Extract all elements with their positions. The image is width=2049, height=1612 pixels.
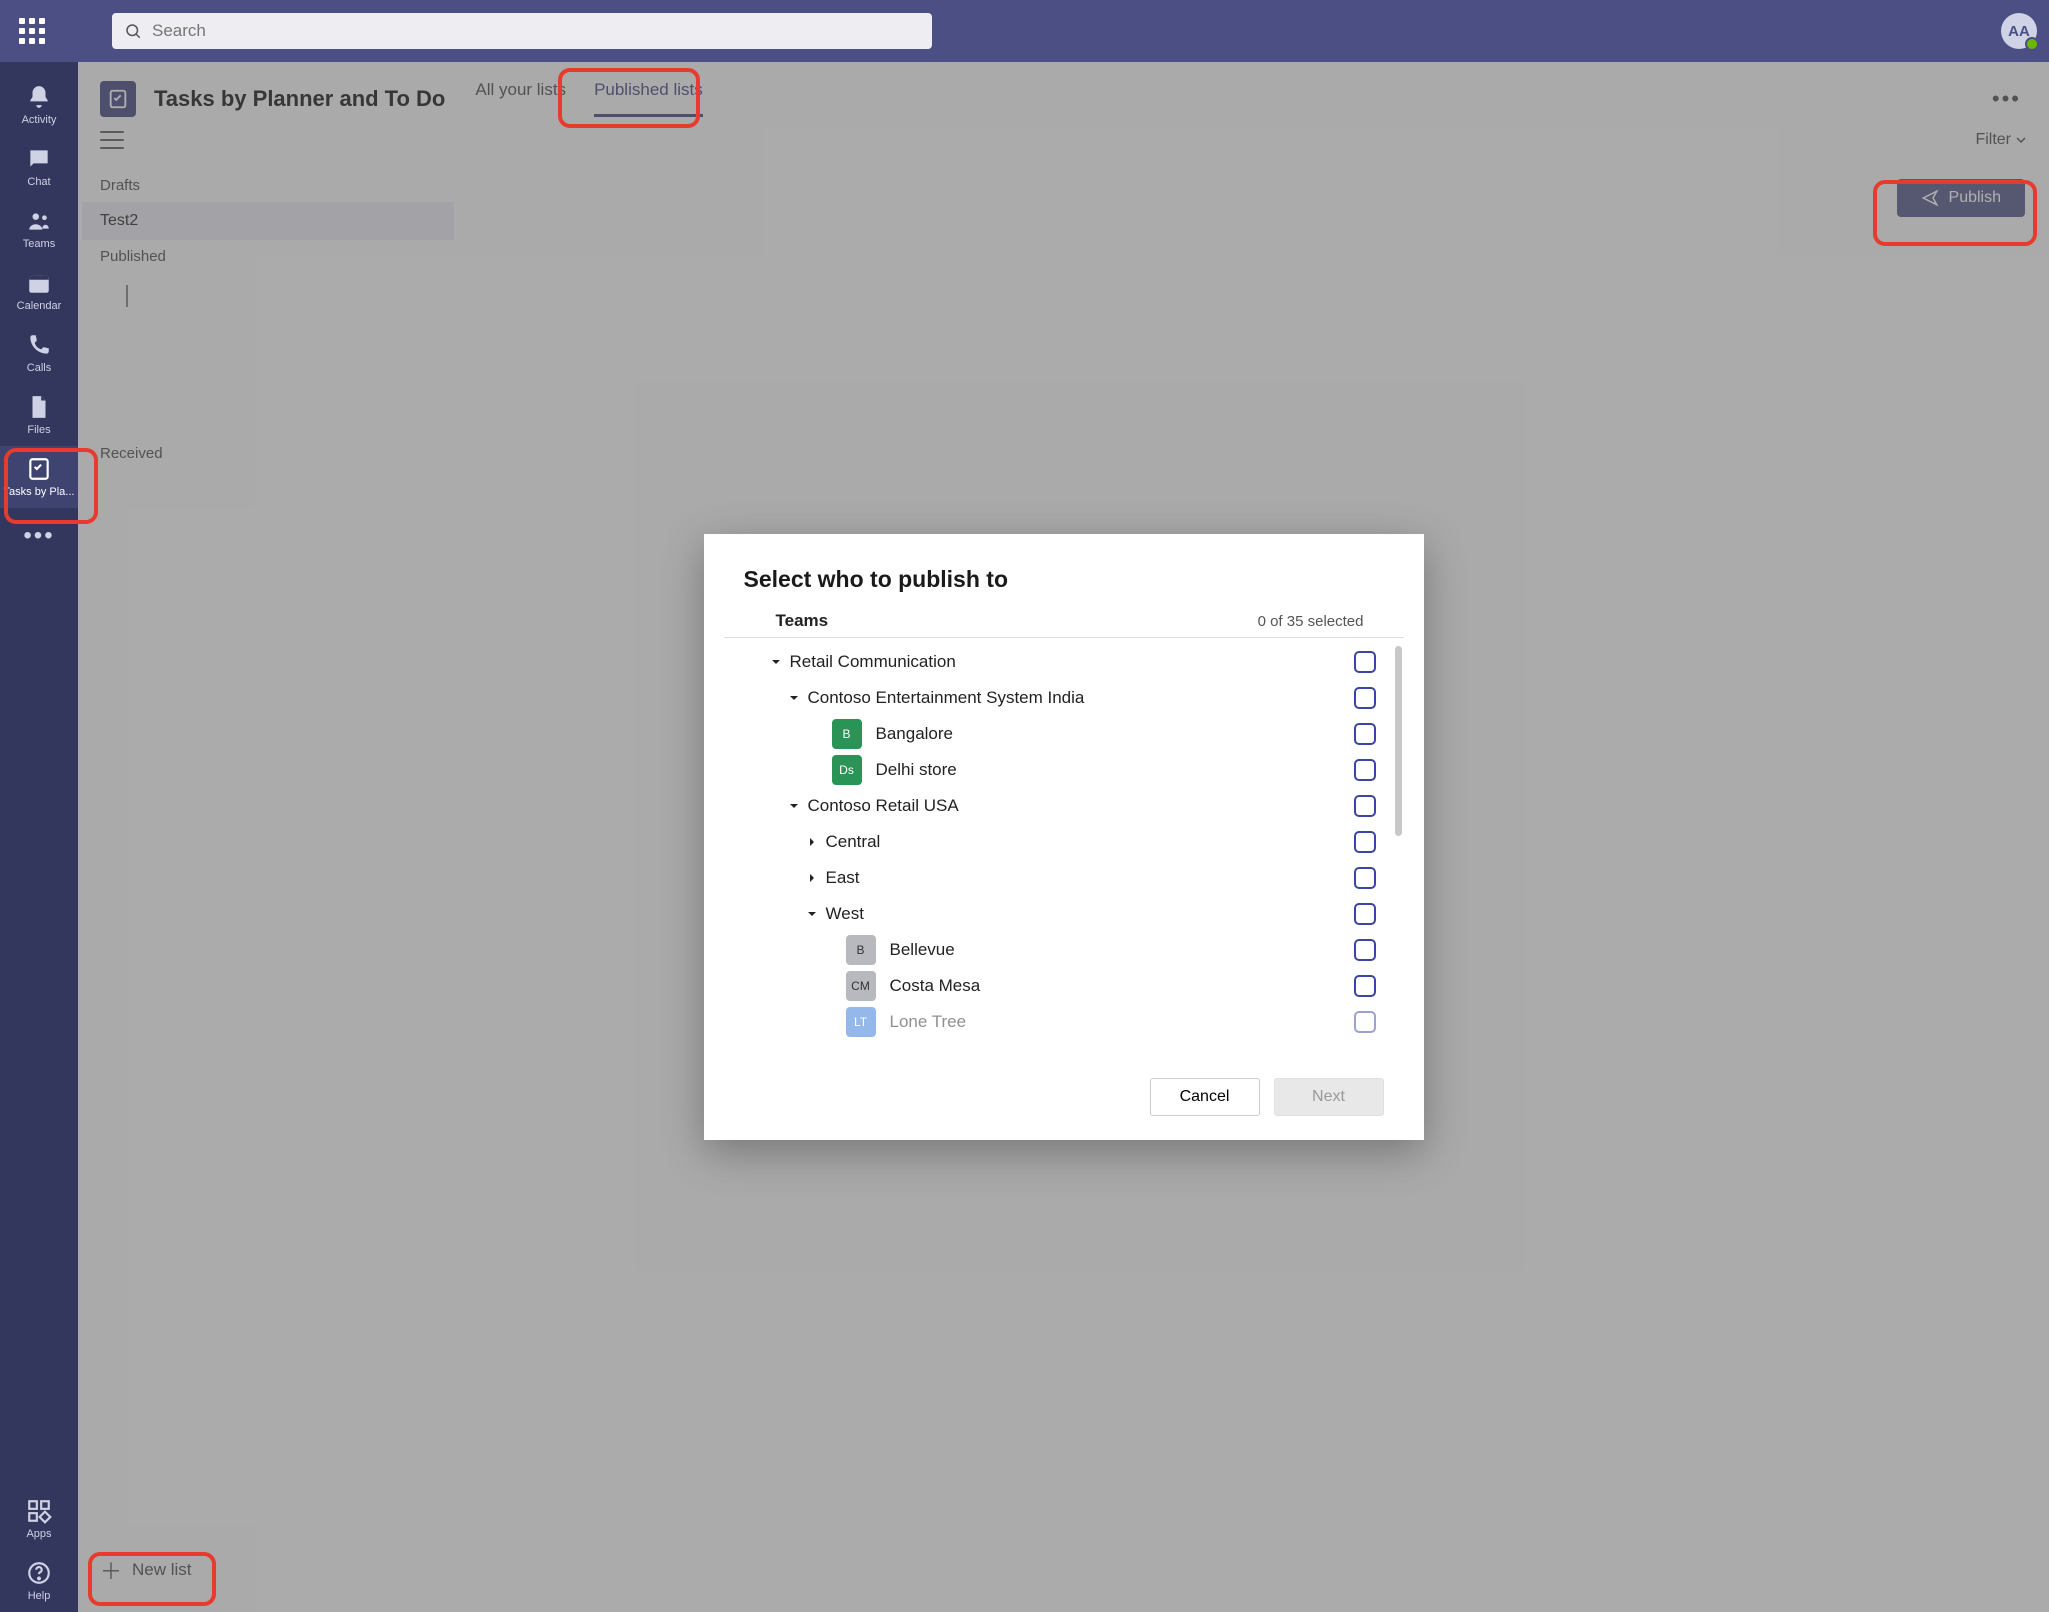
user-avatar[interactable]: AA <box>2001 13 2037 49</box>
search-icon <box>124 22 142 40</box>
dialog-title: Select who to publish to <box>704 566 1424 611</box>
tree-node-label: West <box>826 904 1354 924</box>
checkbox[interactable] <box>1354 759 1376 781</box>
team-badge: LT <box>846 1007 876 1037</box>
left-rail: Activity Chat Teams Calendar Calls Files <box>0 62 78 1612</box>
tree-leaf[interactable]: B Bangalore <box>768 716 1376 752</box>
team-badge: Ds <box>832 755 862 785</box>
publish-dialog: Select who to publish to Teams 0 of 35 s… <box>704 534 1424 1140</box>
tree-leaf[interactable]: Ds Delhi store <box>768 752 1376 788</box>
tree-node-label: East <box>826 868 1354 888</box>
tree-node[interactable]: Contoso Entertainment System India <box>768 680 1376 716</box>
team-badge: B <box>846 935 876 965</box>
rail-label: Teams <box>23 238 55 250</box>
rail-activity[interactable]: Activity <box>0 74 78 136</box>
tree-node[interactable]: East <box>768 860 1376 896</box>
checkbox[interactable] <box>1354 867 1376 889</box>
next-button[interactable]: Next <box>1274 1078 1384 1116</box>
collapse-icon[interactable] <box>768 657 784 667</box>
tree-node[interactable]: Central <box>768 824 1376 860</box>
top-bar: AA <box>0 0 2049 62</box>
app-launcher-icon[interactable] <box>12 11 52 51</box>
team-badge: CM <box>846 971 876 1001</box>
tree-leaf[interactable]: LT Lone Tree <box>768 1004 1376 1040</box>
rail-label: Chat <box>27 176 50 188</box>
cancel-button[interactable]: Cancel <box>1150 1078 1260 1116</box>
teams-tree: Retail Communication Contoso Entertainme… <box>724 638 1404 1040</box>
tree-node-label: Retail Communication <box>790 652 1354 672</box>
rail-calls[interactable]: Calls <box>0 322 78 384</box>
rail-label: Help <box>28 1590 51 1602</box>
checkbox[interactable] <box>1354 687 1376 709</box>
checkbox[interactable] <box>1354 795 1376 817</box>
help-icon <box>26 1560 52 1586</box>
expand-icon[interactable] <box>804 873 820 883</box>
tree-node[interactable]: Retail Communication <box>768 644 1376 680</box>
collapse-icon[interactable] <box>804 909 820 919</box>
tree-node-label: Contoso Retail USA <box>808 796 1354 816</box>
checkbox[interactable] <box>1354 651 1376 673</box>
rail-label: Activity <box>22 114 57 126</box>
checkbox[interactable] <box>1354 723 1376 745</box>
rail-label: Files <box>27 424 50 436</box>
search-box[interactable] <box>112 13 932 49</box>
tree-leaf[interactable]: CM Costa Mesa <box>768 968 1376 1004</box>
team-badge: B <box>832 719 862 749</box>
selected-count: 0 of 35 selected <box>1258 613 1364 630</box>
tree-leaf-label: Delhi store <box>876 760 957 780</box>
main-content: Tasks by Planner and To Do All your list… <box>78 62 2049 1612</box>
tree-leaf[interactable]: B Bellevue <box>768 932 1376 968</box>
tree-leaf-label: Costa Mesa <box>890 976 981 996</box>
rail-files[interactable]: Files <box>0 384 78 446</box>
collapse-icon[interactable] <box>786 801 802 811</box>
files-icon <box>26 394 52 420</box>
tree-leaf-label: Bangalore <box>876 724 954 744</box>
expand-icon[interactable] <box>804 837 820 847</box>
rail-more[interactable]: ••• <box>23 508 54 564</box>
checkbox[interactable] <box>1354 1011 1376 1033</box>
scrollbar[interactable] <box>1395 646 1402 836</box>
calendar-icon <box>26 270 52 296</box>
tree-leaf-label: Lone Tree <box>890 1012 967 1032</box>
rail-label: Apps <box>26 1528 51 1540</box>
bell-icon <box>26 84 52 110</box>
search-input[interactable] <box>152 21 920 41</box>
presence-indicator <box>2025 37 2039 51</box>
chat-icon <box>26 146 52 172</box>
rail-help[interactable]: Help <box>0 1550 78 1612</box>
tree-node[interactable]: Contoso Retail USA <box>768 788 1376 824</box>
rail-chat[interactable]: Chat <box>0 136 78 198</box>
rail-apps[interactable]: Apps <box>0 1488 78 1550</box>
tree-node-label: Contoso Entertainment System India <box>808 688 1354 708</box>
rail-tasks[interactable]: Tasks by Pla... <box>0 446 78 508</box>
tree-leaf-label: Bellevue <box>890 940 955 960</box>
checkbox[interactable] <box>1354 975 1376 997</box>
checkbox[interactable] <box>1354 903 1376 925</box>
tasks-icon <box>26 456 52 482</box>
teams-icon <box>26 208 52 234</box>
tree-node-label: Central <box>826 832 1354 852</box>
tree-node[interactable]: West <box>768 896 1376 932</box>
checkbox[interactable] <box>1354 939 1376 961</box>
checkbox[interactable] <box>1354 831 1376 853</box>
apps-icon <box>26 1498 52 1524</box>
rail-label: Tasks by Pla... <box>4 486 75 498</box>
teams-column-header: Teams <box>776 611 829 631</box>
rail-calendar[interactable]: Calendar <box>0 260 78 322</box>
rail-teams[interactable]: Teams <box>0 198 78 260</box>
rail-label: Calls <box>27 362 51 374</box>
phone-icon <box>26 332 52 358</box>
rail-label: Calendar <box>17 300 62 312</box>
avatar-initials: AA <box>2008 23 2030 40</box>
collapse-icon[interactable] <box>786 693 802 703</box>
